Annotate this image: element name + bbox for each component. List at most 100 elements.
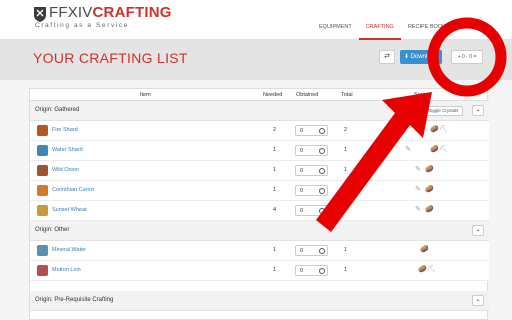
table-row: Corinthian Carrot 1 0 1 ✎ 🥔 (30, 181, 489, 201)
brand-tagline: Crafting as a Service (35, 22, 129, 29)
needed-value: 4 (273, 207, 277, 213)
obtained-stepper[interactable]: 0 (295, 145, 328, 156)
group-label: Origin: Other (35, 227, 70, 233)
group-prerequisite: Origin: Pre-Requisite Crafting ⌄ (30, 291, 489, 311)
stepper-icon[interactable] (319, 148, 325, 154)
item-name-link[interactable]: Sunset Wheat (52, 207, 87, 213)
table-row: Water Shard 1 0 1 ✎ 🥔 ⛏ (30, 141, 489, 161)
stepper-icon[interactable] (319, 168, 325, 174)
table-row: Fire Shard 2 0 2 🥔 ⛏ (30, 121, 489, 141)
quill-icon[interactable]: ✎ (415, 205, 421, 215)
botany-icon[interactable]: 🥔 (425, 205, 434, 215)
botany-icon[interactable]: 🥔 (425, 165, 434, 175)
obtained-value: 0 (300, 128, 304, 134)
quill-icon[interactable]: ✎ (415, 165, 421, 175)
brand-name-a: FFXIV (49, 4, 93, 21)
obtained-stepper[interactable]: 0 (295, 265, 328, 276)
needed-value: 1 (273, 267, 277, 273)
obtained-value: 0 (300, 168, 304, 174)
item-icon (37, 125, 48, 136)
obtained-value: 0 (300, 248, 304, 254)
table-row: Mineral Water 1 0 1 🥔 (30, 241, 489, 261)
header-source: Source (414, 92, 432, 98)
obtained-value: 0 (300, 208, 304, 214)
item-name-link[interactable]: Mutton Loin (52, 267, 81, 273)
top-navbar: FFXIVCRAFTING Crafting as a Service EQUI… (0, 0, 512, 40)
total-value: 1 (344, 147, 348, 153)
chevron-down-icon: ⌄ (475, 227, 481, 233)
nav-recipe-book[interactable]: RECIPE BOOK (401, 0, 453, 40)
obtained-stepper[interactable]: 0 (295, 185, 328, 196)
brand-name-b: CRAFTING (92, 4, 172, 21)
needed-value: 1 (273, 187, 277, 193)
needed-value: 1 (273, 147, 277, 153)
item-name-link[interactable]: Corinthian Carrot (52, 187, 94, 193)
collapse-button[interactable]: ⌄ (472, 225, 484, 236)
botany-icon[interactable]: 🥔 (425, 185, 434, 195)
obtained-stepper[interactable]: 0 (295, 165, 328, 176)
main-nav: EQUIPMENT CRAFTING RECIPE BOOK LEV (312, 0, 477, 40)
logo-icon (34, 7, 46, 22)
nav-leves[interactable]: LEV (453, 0, 477, 40)
nav-equipment[interactable]: EQUIPMENT (312, 0, 359, 40)
obtained-stepper[interactable]: 0 (295, 205, 328, 216)
item-icon (37, 185, 48, 196)
item-icon (37, 145, 48, 156)
swap-button[interactable]: ⇄ (379, 50, 395, 64)
header-item: Item (140, 92, 151, 98)
item-icon (37, 165, 48, 176)
mining-icon[interactable]: ⛏ (439, 145, 448, 155)
item-name-link[interactable]: Fire Shard (52, 127, 78, 133)
table-header: Item Needed Obtained Total Source (30, 89, 489, 101)
collapse-button[interactable]: ⌄ (472, 105, 484, 116)
brand-logo[interactable]: FFXIVCRAFTING (49, 5, 172, 20)
table-row: Wild Onion 1 0 1 ✎ 🥔 (30, 161, 489, 181)
item-icon (37, 205, 48, 216)
obtained-value: 0 (300, 268, 304, 274)
needed-value: 2 (273, 127, 277, 133)
obtained-stepper[interactable]: 0 (295, 245, 328, 256)
mining-icon[interactable]: ⛏ (427, 265, 436, 275)
zoom-controls[interactable]: + 0 - 0 = (451, 50, 483, 64)
group-label: Origin: Gathered (35, 107, 80, 113)
item-icon (37, 265, 48, 276)
nav-crafting[interactable]: CRAFTING (358, 0, 401, 40)
collapse-button[interactable]: ⌄ (472, 295, 484, 306)
item-name-link[interactable]: Mineral Water (52, 247, 86, 253)
total-value: 4 (344, 207, 348, 213)
chevron-down-icon: ⌄ (475, 297, 481, 303)
stepper-icon[interactable] (319, 188, 325, 194)
total-value: 2 (344, 127, 348, 133)
download-button[interactable]: ⬇ Download (400, 50, 442, 64)
stepper-icon[interactable] (319, 268, 325, 274)
crafting-table: Item Needed Obtained Total Source Origin… (29, 88, 489, 320)
mining-icon[interactable]: ⛏ (439, 125, 448, 135)
botany-icon[interactable]: 🥔 (430, 145, 439, 155)
header-total: Total (341, 92, 353, 98)
botany-icon[interactable]: 🥔 (430, 125, 439, 135)
header-needed: Needed (263, 92, 283, 98)
vendor-icon[interactable]: 🥔 (420, 245, 429, 255)
quill-icon[interactable]: ✎ (415, 185, 421, 195)
needed-value: 1 (273, 247, 277, 253)
chevron-down-icon: ⌄ (475, 107, 481, 113)
item-icon (37, 245, 48, 256)
total-value: 1 (344, 247, 348, 253)
total-value: 1 (344, 187, 348, 193)
stepper-icon[interactable] (319, 208, 325, 214)
group-other: Origin: Other ⌄ (30, 221, 489, 241)
obtained-value: 0 (300, 148, 304, 154)
page-title: YOUR CRAFTING LIST (33, 50, 188, 66)
table-row: Sunset Wheat 4 0 4 ✎ 🥔 (30, 201, 489, 221)
vendor-icon[interactable]: 🥔 (418, 265, 427, 275)
item-name-link[interactable]: Water Shard (52, 147, 83, 153)
quill-icon[interactable]: ✎ (405, 145, 411, 155)
stepper-icon[interactable] (319, 248, 325, 254)
stepper-icon[interactable] (319, 128, 325, 134)
table-row: Mutton Loin 1 0 1 🥔 ⛏ (30, 261, 489, 281)
total-value: 1 (344, 167, 348, 173)
toggle-crystals-button[interactable]: Toggle Crystals (423, 106, 463, 116)
item-name-link[interactable]: Wild Onion (52, 167, 79, 173)
obtained-stepper[interactable]: 0 (295, 125, 328, 136)
needed-value: 1 (273, 167, 277, 173)
